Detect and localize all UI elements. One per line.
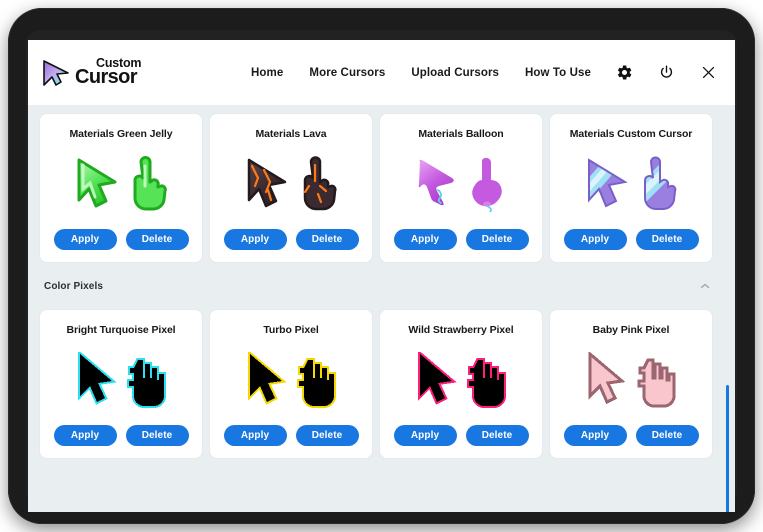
apply-button[interactable]: Apply <box>393 425 457 446</box>
cursor-card-title: Materials Green Jelly <box>69 128 173 140</box>
logo-word-cursor: Cursor <box>75 65 138 88</box>
cursor-preview-pair <box>50 337 192 423</box>
cursor-card[interactable]: Bright Turquoise Pixel Apply Delete <box>40 310 202 458</box>
cursor-card[interactable]: Materials Lava Apply Delete <box>210 114 372 262</box>
nav-upload-cursors[interactable]: Upload Cursors <box>411 67 499 79</box>
hand-cursor-baby-pink-pixel-icon <box>637 358 676 408</box>
card-actions: Apply Delete <box>563 229 699 250</box>
apply-button[interactable]: Apply <box>53 425 117 446</box>
delete-button[interactable]: Delete <box>465 425 529 446</box>
screenshot-root: Custom Cursor Home More Cursors Upload C… <box>0 0 763 532</box>
cursor-card-title: Wild Strawberry Pixel <box>408 324 514 336</box>
delete-button[interactable]: Delete <box>635 229 699 250</box>
gear-icon[interactable] <box>615 64 633 82</box>
hand-cursor-green-jelly-icon <box>133 156 167 211</box>
cursor-card[interactable]: Wild Strawberry Pixel Apply Delete <box>380 310 542 458</box>
card-actions: Apply Delete <box>393 425 529 446</box>
hand-cursor-turbo-pixel-icon <box>297 358 336 408</box>
cursor-preview-pair <box>50 141 192 227</box>
app-logo[interactable]: Custom Cursor <box>42 56 159 88</box>
app-screen: Custom Cursor Home More Cursors Upload C… <box>28 40 735 512</box>
cursor-card-title: Materials Lava <box>255 128 327 140</box>
apply-button[interactable]: Apply <box>223 425 287 446</box>
card-actions: Apply Delete <box>53 229 189 250</box>
arrow-cursor-baby-pink-pixel-icon <box>588 352 626 405</box>
cursor-preview-pair <box>390 337 532 423</box>
delete-button[interactable]: Delete <box>125 229 189 250</box>
delete-button[interactable]: Delete <box>635 425 699 446</box>
close-icon[interactable] <box>699 64 717 82</box>
power-icon-glyph <box>660 65 672 78</box>
cursor-preview-pair <box>390 141 532 227</box>
apply-button[interactable]: Apply <box>393 229 457 250</box>
cursor-card[interactable]: Materials Balloon Apply Delete <box>380 114 542 262</box>
color-pixels-row: Bright Turquoise Pixel Apply Delete Turb… <box>28 301 735 458</box>
main-navigation: Home More Cursors Upload Cursors How To … <box>251 64 717 82</box>
chevron-up-icon[interactable] <box>697 278 713 294</box>
section-title: Color Pixels <box>44 280 103 292</box>
cursor-preview-pair <box>560 141 702 227</box>
card-actions: Apply Delete <box>393 229 529 250</box>
nav-home[interactable]: Home <box>251 67 283 79</box>
arrow-cursor-balloon-icon <box>418 159 454 206</box>
cursor-card-title: Bright Turquoise Pixel <box>66 324 176 336</box>
card-actions: Apply Delete <box>223 229 359 250</box>
cursor-card[interactable]: Baby Pink Pixel Apply Delete <box>550 310 712 458</box>
cursor-arrow-logo-icon <box>43 59 69 86</box>
close-icon-glyph <box>702 66 714 79</box>
apply-button[interactable]: Apply <box>223 229 287 250</box>
cursor-card-title: Materials Custom Cursor <box>569 128 693 140</box>
delete-button[interactable]: Delete <box>295 425 359 446</box>
materials-row: Materials Green Jelly Apply Delete Mater… <box>28 105 735 262</box>
apply-button[interactable]: Apply <box>563 229 627 250</box>
vertical-scrollbar[interactable] <box>724 385 731 512</box>
cursor-card-title: Turbo Pixel <box>263 324 319 336</box>
cursor-card[interactable]: Materials Custom Cursor Apply Delete <box>550 114 712 262</box>
card-actions: Apply Delete <box>223 425 359 446</box>
scrollbar-thumb[interactable] <box>726 385 729 512</box>
cursor-preview-pair <box>560 337 702 423</box>
nav-more-cursors[interactable]: More Cursors <box>309 67 385 79</box>
hand-cursor-wild-strawberry-pixel-icon <box>467 358 506 408</box>
cursor-preview-pair <box>220 141 362 227</box>
section-header-color-pixels[interactable]: Color Pixels <box>28 271 735 301</box>
gear-icon-glyph <box>617 65 631 80</box>
apply-button[interactable]: Apply <box>53 229 117 250</box>
arrow-cursor-custom-icon <box>588 158 628 208</box>
delete-button[interactable]: Delete <box>125 425 189 446</box>
arrow-cursor-turbo-pixel-icon <box>248 352 287 405</box>
delete-button[interactable]: Delete <box>465 229 529 250</box>
arrow-cursor-bright-turquoise-pixel-icon <box>78 352 117 405</box>
app-header: Custom Cursor Home More Cursors Upload C… <box>28 40 735 105</box>
apply-button[interactable]: Apply <box>563 425 627 446</box>
chevron-up-icon-glyph <box>700 283 710 289</box>
cursor-library-content: Materials Green Jelly Apply Delete Mater… <box>28 105 735 512</box>
arrow-cursor-wild-strawberry-pixel-icon <box>418 352 457 405</box>
power-icon[interactable] <box>657 64 675 82</box>
cursor-preview-pair <box>220 337 362 423</box>
cursor-card-title: Materials Balloon <box>418 128 504 140</box>
hand-cursor-bright-turquoise-pixel-icon <box>127 358 166 408</box>
card-actions: Apply Delete <box>563 425 699 446</box>
arrow-cursor-green-jelly-icon <box>77 158 117 208</box>
hand-cursor-lava-icon <box>303 156 337 211</box>
arrow-cursor-lava-icon <box>247 158 287 208</box>
delete-button[interactable]: Delete <box>295 229 359 250</box>
hand-cursor-custom-icon <box>644 156 677 211</box>
cursor-card[interactable]: Materials Green Jelly Apply Delete <box>40 114 202 262</box>
hand-cursor-balloon-icon <box>472 157 502 212</box>
card-actions: Apply Delete <box>53 425 189 446</box>
cursor-card[interactable]: Turbo Pixel Apply Delete <box>210 310 372 458</box>
logo-wordmark: Custom Cursor <box>75 56 159 88</box>
nav-how-to-use[interactable]: How To Use <box>525 67 591 79</box>
cursor-card-title: Baby Pink Pixel <box>592 324 670 336</box>
